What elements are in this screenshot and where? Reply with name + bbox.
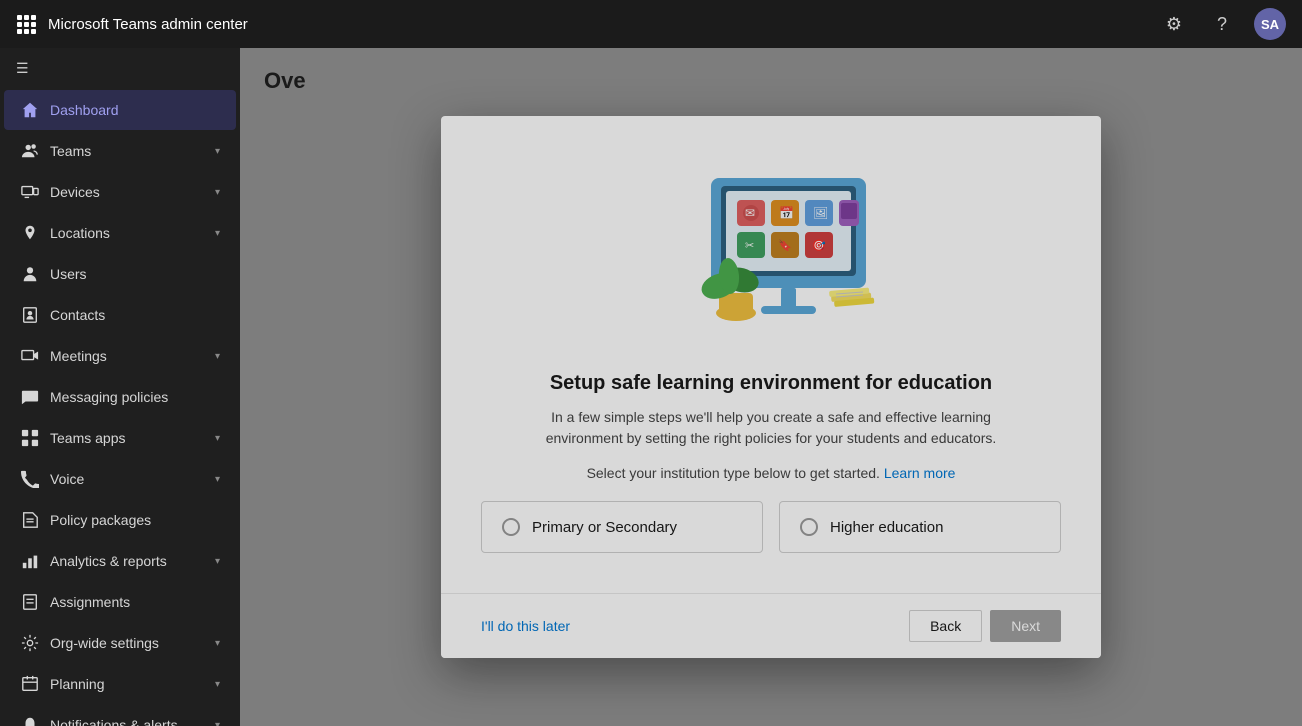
modal-backdrop: ✉ 📅 🖼 ✂ 🔖 🎯 bbox=[240, 48, 1302, 726]
option-primary-label: Primary or Secondary bbox=[532, 519, 677, 536]
sidebar-label-planning: Planning bbox=[50, 676, 205, 692]
content-area: Ove bbox=[240, 48, 1302, 726]
sidebar-label-teams-apps: Teams apps bbox=[50, 430, 205, 446]
radio-primary bbox=[502, 518, 520, 536]
sidebar-item-analytics[interactable]: Analytics & reports ▾ bbox=[4, 541, 236, 581]
messaging-icon bbox=[20, 387, 40, 407]
sidebar-label-notifications: Notifications & alerts bbox=[50, 717, 205, 726]
modal-select-prompt: Select your institution type below to ge… bbox=[587, 465, 956, 481]
svg-text:🖼: 🖼 bbox=[813, 206, 828, 220]
topbar: Microsoft Teams admin center ⚙ ? SA bbox=[0, 0, 1302, 48]
org-icon bbox=[20, 633, 40, 653]
sidebar-label-org-settings: Org-wide settings bbox=[50, 635, 205, 651]
modal-body: ✉ 📅 🖼 ✂ 🔖 🎯 bbox=[441, 116, 1101, 593]
option-higher-label: Higher education bbox=[830, 519, 943, 536]
sidebar-label-voice: Voice bbox=[50, 471, 205, 487]
sidebar: ☰ Dashboard Teams ▾ bbox=[0, 48, 240, 726]
sidebar-label-locations: Locations bbox=[50, 225, 205, 241]
sidebar-item-contacts[interactable]: Contacts bbox=[4, 295, 236, 335]
hamburger-icon[interactable]: ☰ bbox=[0, 48, 240, 89]
sidebar-label-meetings: Meetings bbox=[50, 348, 205, 364]
chevron-down-icon: ▾ bbox=[215, 638, 220, 649]
sidebar-item-messaging[interactable]: Messaging policies bbox=[4, 377, 236, 417]
teams-icon bbox=[20, 141, 40, 161]
sidebar-item-devices[interactable]: Devices ▾ bbox=[4, 172, 236, 212]
planning-icon bbox=[20, 674, 40, 694]
back-button[interactable]: Back bbox=[909, 610, 982, 642]
modal-description: In a few simple steps we'll help you cre… bbox=[511, 407, 1031, 449]
chevron-down-icon: ▾ bbox=[215, 228, 220, 239]
sidebar-item-meetings[interactable]: Meetings ▾ bbox=[4, 336, 236, 376]
chevron-down-icon: ▾ bbox=[215, 146, 220, 157]
settings-icon[interactable]: ⚙ bbox=[1158, 8, 1190, 40]
sidebar-item-dashboard[interactable]: Dashboard bbox=[4, 90, 236, 130]
chevron-down-icon: ▾ bbox=[215, 679, 220, 690]
home-icon bbox=[20, 100, 40, 120]
sidebar-item-notifications[interactable]: Notifications & alerts ▾ bbox=[4, 705, 236, 726]
main-layout: ☰ Dashboard Teams ▾ bbox=[0, 48, 1302, 726]
svg-text:🔖: 🔖 bbox=[778, 239, 792, 252]
modal-dialog: ✉ 📅 🖼 ✂ 🔖 🎯 bbox=[441, 116, 1101, 658]
sidebar-item-teams[interactable]: Teams ▾ bbox=[4, 131, 236, 171]
skip-button[interactable]: I'll do this later bbox=[481, 612, 570, 640]
apps-icon bbox=[20, 428, 40, 448]
sidebar-label-devices: Devices bbox=[50, 184, 205, 200]
sidebar-label-dashboard: Dashboard bbox=[50, 102, 220, 118]
avatar[interactable]: SA bbox=[1254, 8, 1286, 40]
analytics-icon bbox=[20, 551, 40, 571]
sidebar-item-org-settings[interactable]: Org-wide settings ▾ bbox=[4, 623, 236, 663]
location-icon bbox=[20, 223, 40, 243]
chevron-down-icon: ▾ bbox=[215, 433, 220, 444]
option-primary-secondary[interactable]: Primary or Secondary bbox=[481, 501, 763, 553]
app-grid-icon[interactable] bbox=[16, 14, 36, 34]
notifications-icon bbox=[20, 715, 40, 726]
sidebar-item-users[interactable]: Users bbox=[4, 254, 236, 294]
topbar-actions: ⚙ ? SA bbox=[1158, 8, 1286, 40]
institution-options: Primary or Secondary Higher education bbox=[481, 501, 1061, 553]
help-icon[interactable]: ? bbox=[1206, 8, 1238, 40]
chevron-down-icon: ▾ bbox=[215, 556, 220, 567]
option-higher-education[interactable]: Higher education bbox=[779, 501, 1061, 553]
radio-higher bbox=[800, 518, 818, 536]
chevron-down-icon: ▾ bbox=[215, 187, 220, 198]
devices-icon bbox=[20, 182, 40, 202]
sidebar-label-analytics: Analytics & reports bbox=[50, 553, 205, 569]
users-icon bbox=[20, 264, 40, 284]
sidebar-item-policy[interactable]: Policy packages bbox=[4, 500, 236, 540]
sidebar-label-assignments: Assignments bbox=[50, 594, 220, 610]
sidebar-label-policy: Policy packages bbox=[50, 512, 220, 528]
modal-illustration: ✉ 📅 🖼 ✂ 🔖 🎯 bbox=[641, 148, 901, 348]
contacts-icon bbox=[20, 305, 40, 325]
modal-title: Setup safe learning environment for educ… bbox=[550, 372, 992, 395]
svg-text:📅: 📅 bbox=[779, 206, 794, 220]
learn-more-link[interactable]: Learn more bbox=[884, 465, 956, 481]
sidebar-item-teams-apps[interactable]: Teams apps ▾ bbox=[4, 418, 236, 458]
svg-text:✉: ✉ bbox=[745, 206, 755, 220]
sidebar-label-messaging: Messaging policies bbox=[50, 389, 220, 405]
sidebar-item-planning[interactable]: Planning ▾ bbox=[4, 664, 236, 704]
svg-text:🎯: 🎯 bbox=[812, 239, 826, 252]
sidebar-item-locations[interactable]: Locations ▾ bbox=[4, 213, 236, 253]
assignments-icon bbox=[20, 592, 40, 612]
svg-text:✂: ✂ bbox=[745, 240, 754, 252]
policy-icon bbox=[20, 510, 40, 530]
sidebar-label-teams: Teams bbox=[50, 143, 205, 159]
sidebar-label-contacts: Contacts bbox=[50, 307, 220, 323]
modal-footer-left: I'll do this later bbox=[481, 612, 909, 640]
sidebar-label-users: Users bbox=[50, 266, 220, 282]
chevron-down-icon: ▾ bbox=[215, 474, 220, 485]
next-button[interactable]: Next bbox=[990, 610, 1061, 642]
voice-icon bbox=[20, 469, 40, 489]
sidebar-item-assignments[interactable]: Assignments bbox=[4, 582, 236, 622]
modal-footer-right: Back Next bbox=[909, 610, 1061, 642]
modal-footer: I'll do this later Back Next bbox=[441, 593, 1101, 658]
app-title: Microsoft Teams admin center bbox=[48, 16, 1158, 33]
chevron-down-icon: ▾ bbox=[215, 351, 220, 362]
meetings-icon bbox=[20, 346, 40, 366]
sidebar-item-voice[interactable]: Voice ▾ bbox=[4, 459, 236, 499]
chevron-down-icon: ▾ bbox=[215, 720, 220, 726]
